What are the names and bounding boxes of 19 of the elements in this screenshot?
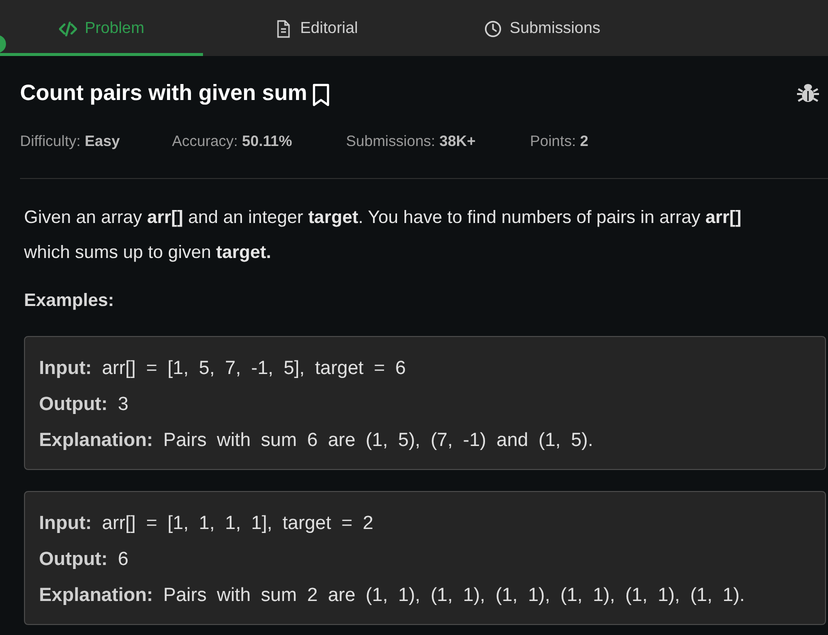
bookmark-icon[interactable] [311,82,332,106]
meta-item: Submissions: 38K+ [346,132,477,152]
example-line: Explanation: Pairs with sum 2 are (1, 1), (1, 1), (1, 1), (1, 1), (1, 1), (1, 1). [39,584,746,608]
tab[interactable]: Submissions [429,0,655,56]
example-line: Output: 3 [39,392,130,416]
example-line: Input: arr[] = [1, 5, 7, -1, 5], target = 6 [39,356,407,380]
clock-icon [484,20,502,38]
example-line: Output: 6 [39,548,130,572]
examples-heading: Examples: [24,290,114,310]
example-line: Input: arr[] = [1, 1, 1, 1], target = 2 [39,512,374,536]
code-icon [58,20,77,38]
example-line: Explanation: Pairs with sum 6 are (1, 5), (7, -1) and (1, 5). [39,428,594,452]
meta-item: Difficulty: Easy [20,132,121,152]
meta-item: Accuracy: 50.11% [172,132,294,152]
problem-title: Count pairs with given sum [20,79,308,107]
meta-item: Points: 2 [530,132,590,152]
tab[interactable]: Editorial [203,0,429,56]
tab[interactable]: Problem [0,0,203,56]
problem-description: Given an array arr[] and an integer target. You have to find numbers of pairs in array arr[] which sums up to given target. [24,206,742,264]
